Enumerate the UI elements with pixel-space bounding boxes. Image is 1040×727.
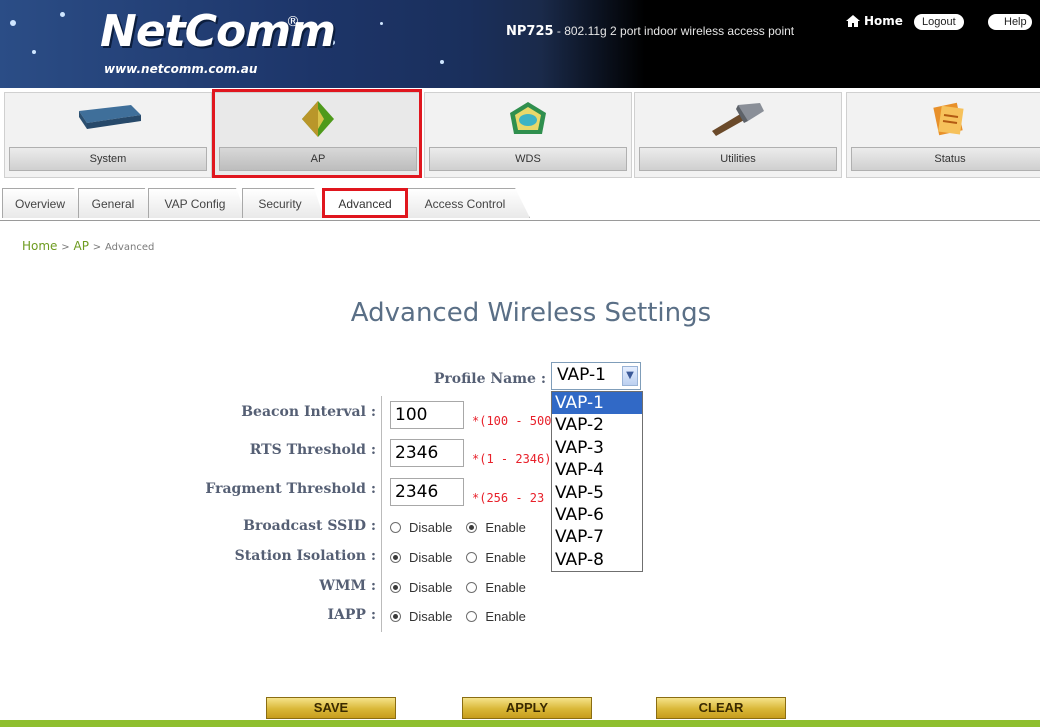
option-label: Enable: [485, 520, 526, 535]
broadcast-ssid-disable[interactable]: Disable: [390, 520, 452, 535]
breadcrumb-current: Advanced: [104, 242, 155, 253]
help-button[interactable]: Help: [988, 14, 1032, 30]
home-link[interactable]: Home: [846, 14, 903, 28]
module-system-label: System: [9, 147, 207, 171]
radio-off[interactable]: [390, 522, 401, 533]
registered-mark: ®: [286, 14, 300, 30]
profile-name-select[interactable]: VAP-1 ▼: [551, 362, 641, 390]
dropdown-option[interactable]: VAP-5: [552, 482, 642, 504]
radio-on[interactable]: [390, 552, 401, 563]
breadcrumb-home[interactable]: Home: [22, 239, 57, 253]
module-utilities[interactable]: Utilities: [634, 92, 842, 178]
module-utilities-label: Utilities: [639, 147, 837, 171]
home-icon: [846, 15, 860, 27]
station-isolation-options: Disable Enable: [390, 550, 540, 565]
chevron-down-icon[interactable]: ▼: [622, 366, 638, 386]
station-isolation-label: Station Isolation :: [234, 548, 376, 564]
module-nav: System AP WDS Utilities Status: [0, 88, 1040, 180]
dropdown-option[interactable]: VAP-3: [552, 437, 642, 459]
module-status-label: Status: [851, 147, 1040, 171]
breadcrumb-separator: >: [92, 242, 102, 253]
option-label: Enable: [485, 550, 526, 565]
option-label: Disable: [409, 580, 453, 595]
logout-button[interactable]: Logout: [914, 14, 964, 30]
home-link-label: Home: [864, 14, 903, 28]
profile-name-label: Profile Name :: [433, 371, 546, 387]
radio-on[interactable]: [390, 611, 401, 622]
option-label: Disable: [409, 520, 453, 535]
radio-on[interactable]: [466, 522, 478, 533]
option-label: Enable: [485, 580, 526, 595]
broadcast-ssid-options: Disable Enable: [390, 520, 540, 535]
dropdown-option[interactable]: VAP-8: [552, 549, 642, 571]
beacon-interval-input[interactable]: [390, 401, 464, 429]
broadcast-ssid-label: Broadcast SSID :: [243, 518, 376, 534]
form-divider: [381, 396, 382, 632]
advanced-highlight-box: [322, 188, 408, 218]
footer-bar: [0, 720, 1040, 727]
hammer-icon: [712, 103, 764, 136]
dropdown-option[interactable]: VAP-1: [552, 392, 642, 415]
station-isolation-disable[interactable]: Disable: [390, 550, 452, 565]
profile-name-dropdown-list: VAP-1 VAP-2 VAP-3 VAP-4 VAP-5 VAP-6 VAP-…: [551, 391, 643, 572]
clear-button[interactable]: CLEAR: [656, 697, 786, 719]
module-system[interactable]: System: [4, 92, 212, 178]
module-wds-label: WDS: [429, 147, 627, 171]
header-banner: NetComm ® www.netcomm.com.au NP725 - 802…: [0, 0, 1040, 88]
wmm-disable[interactable]: Disable: [390, 580, 452, 595]
module-wds[interactable]: WDS: [424, 92, 632, 178]
radio-off[interactable]: [466, 611, 478, 622]
dropdown-option[interactable]: VAP-4: [552, 459, 642, 481]
broadcast-ssid-enable[interactable]: Enable: [466, 520, 526, 535]
breadcrumb: Home > AP > Advanced: [22, 239, 154, 253]
tab-access-control[interactable]: Access Control: [406, 188, 530, 218]
site-url: www.netcomm.com.au: [104, 62, 258, 76]
router-device-icon: [79, 105, 141, 129]
ap-highlight-box: [212, 89, 422, 178]
radio-off[interactable]: [466, 552, 478, 563]
model-description: - 802.11g 2 port indoor wireless access …: [553, 24, 795, 38]
breadcrumb-ap[interactable]: AP: [73, 239, 88, 253]
dropdown-option[interactable]: VAP-7: [552, 526, 642, 548]
apply-button[interactable]: APPLY: [462, 697, 592, 719]
breadcrumb-separator: >: [61, 242, 70, 253]
rts-threshold-range: *(1 - 2346): [472, 452, 552, 466]
status-notes-icon: [933, 102, 964, 136]
fragment-threshold-input[interactable]: [390, 478, 464, 506]
dropdown-option[interactable]: VAP-6: [552, 504, 642, 526]
tab-bar: Overview General VAP Config Security Adv…: [0, 184, 1040, 221]
tab-general[interactable]: General: [78, 188, 154, 218]
model-info: NP725 - 802.11g 2 port indoor wireless a…: [506, 24, 794, 39]
station-isolation-enable[interactable]: Enable: [466, 550, 526, 565]
rts-threshold-input[interactable]: [390, 439, 464, 467]
page-title: Advanced Wireless Settings: [350, 298, 712, 328]
save-button[interactable]: SAVE: [266, 697, 396, 719]
tab-overview[interactable]: Overview: [2, 188, 84, 218]
tab-vap-config[interactable]: VAP Config: [148, 188, 248, 218]
dropdown-option[interactable]: VAP-2: [552, 414, 642, 436]
model-name: NP725: [506, 24, 554, 39]
wmm-label: WMM :: [319, 578, 376, 594]
fragment-threshold-label: Fragment Threshold :: [205, 481, 376, 497]
radio-off[interactable]: [466, 582, 478, 593]
iapp-label: IAPP :: [327, 607, 376, 623]
iapp-options: Disable Enable: [390, 609, 540, 624]
option-label: Enable: [485, 609, 526, 624]
iapp-disable[interactable]: Disable: [390, 609, 452, 624]
wmm-options: Disable Enable: [390, 580, 540, 595]
rts-threshold-label: RTS Threshold :: [249, 442, 376, 458]
wds-icon: [510, 102, 546, 134]
iapp-enable[interactable]: Enable: [466, 609, 526, 624]
tab-security[interactable]: Security: [242, 188, 324, 218]
option-label: Disable: [409, 550, 453, 565]
beacon-interval-range: *(100 - 500: [472, 414, 552, 428]
option-label: Disable: [409, 609, 453, 624]
radio-on[interactable]: [390, 582, 401, 593]
profile-name-value: VAP-1: [557, 365, 606, 385]
module-status[interactable]: Status: [846, 92, 1040, 178]
fragment-threshold-range: *(256 - 23: [472, 491, 545, 505]
wmm-enable[interactable]: Enable: [466, 580, 526, 595]
beacon-interval-label: Beacon Interval :: [241, 404, 376, 420]
